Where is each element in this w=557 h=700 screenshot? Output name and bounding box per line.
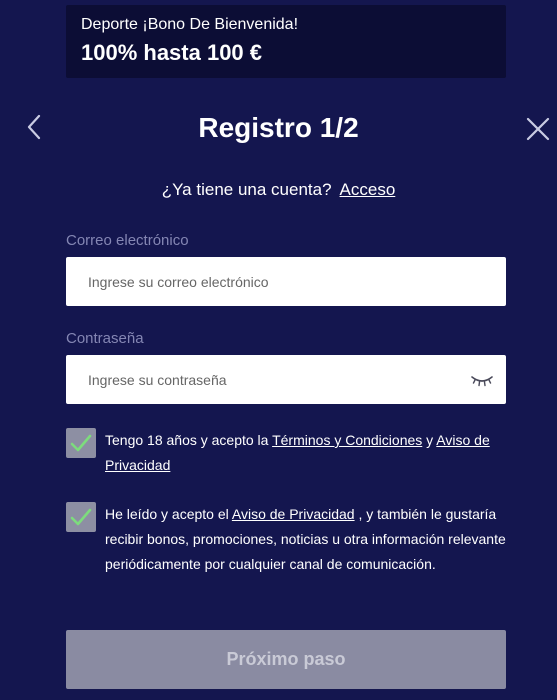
close-button[interactable] [524,115,552,143]
marketing-checkbox[interactable] [66,502,96,532]
close-icon [526,117,550,141]
login-question: ¿Ya tiene una cuenta? [161,180,332,199]
registration-page: Deporte ¡Bono De Bienvenida! 100% hasta … [0,0,557,700]
marketing-privacy-link[interactable]: Aviso de Privacidad [232,506,355,522]
login-link[interactable]: Acceso [340,180,396,199]
login-prompt: ¿Ya tiene una cuenta? Acceso [0,178,557,202]
terms-text-middle: y [422,432,437,448]
marketing-text-before: He leído y acepto el [105,506,232,522]
terms-text: Tengo 18 años y acepto la Términos y Con… [105,428,515,478]
next-step-button[interactable]: Próximo paso [66,630,506,689]
eye-closed-icon[interactable] [470,374,494,388]
terms-checkbox[interactable] [66,428,96,458]
password-label: Contraseña [66,330,144,347]
checkmark-icon [70,508,92,526]
email-field[interactable] [66,257,506,306]
email-label: Correo electrónico [66,232,189,249]
page-title: Registro 1/2 [198,112,359,143]
banner-subtitle: Deporte ¡Bono De Bienvenida! [81,16,299,33]
terms-text-before: Tengo 18 años y acepto la [105,432,273,448]
checkmark-icon [70,434,92,452]
banner-title: 100% hasta 100 € [81,40,263,65]
password-field[interactable] [66,355,506,404]
terms-conditions-link[interactable]: Términos y Condiciones [272,432,422,448]
welcome-bonus-banner[interactable]: Deporte ¡Bono De Bienvenida! 100% hasta … [66,5,506,78]
marketing-text: He leído y acepto el Aviso de Privacidad… [105,502,515,577]
